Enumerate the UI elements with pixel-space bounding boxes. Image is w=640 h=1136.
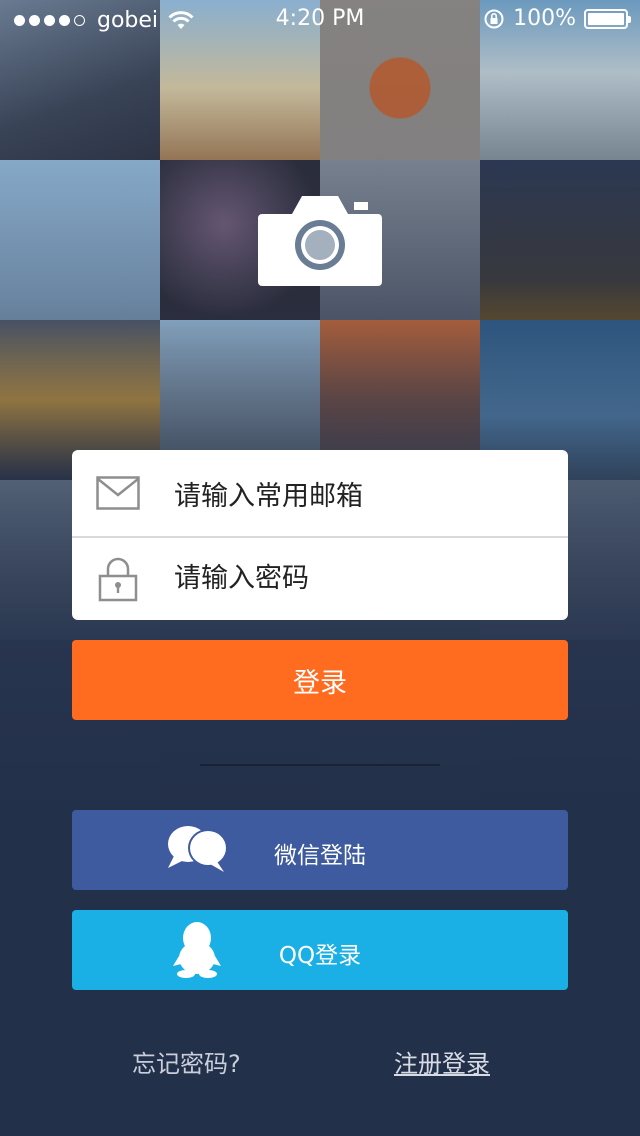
wechat-login-button[interactable]: 微信登陆: [72, 810, 568, 890]
separator-line: [200, 764, 440, 766]
rotation-lock-icon: [484, 9, 504, 28]
login-button[interactable]: 登录: [72, 640, 568, 720]
wechat-login-label: 微信登陆: [274, 843, 366, 869]
status-right: 100%: [483, 6, 631, 31]
qq-login-label: QQ登录: [278, 943, 362, 969]
status-bar: gobei 4:20 PM 100%: [0, 0, 640, 40]
qq-login-button[interactable]: QQ登录: [72, 910, 568, 990]
camera-icon: [258, 196, 382, 286]
email-field[interactable]: 请输入常用邮箱: [72, 450, 568, 534]
login-form: 请输入常用邮箱 请输入密码: [72, 450, 568, 620]
battery-percentage: 100%: [513, 6, 576, 31]
email-placeholder: 请输入常用邮箱: [174, 481, 363, 512]
battery-icon: [584, 8, 631, 29]
forgot-password-link[interactable]: 忘记密码?: [132, 1044, 241, 1079]
mail-icon: [96, 476, 140, 510]
lock-icon: [98, 557, 138, 602]
password-field[interactable]: 请输入密码: [72, 538, 568, 620]
password-placeholder: 请输入密码: [174, 563, 309, 594]
register-link[interactable]: 注册登录: [394, 1044, 490, 1079]
